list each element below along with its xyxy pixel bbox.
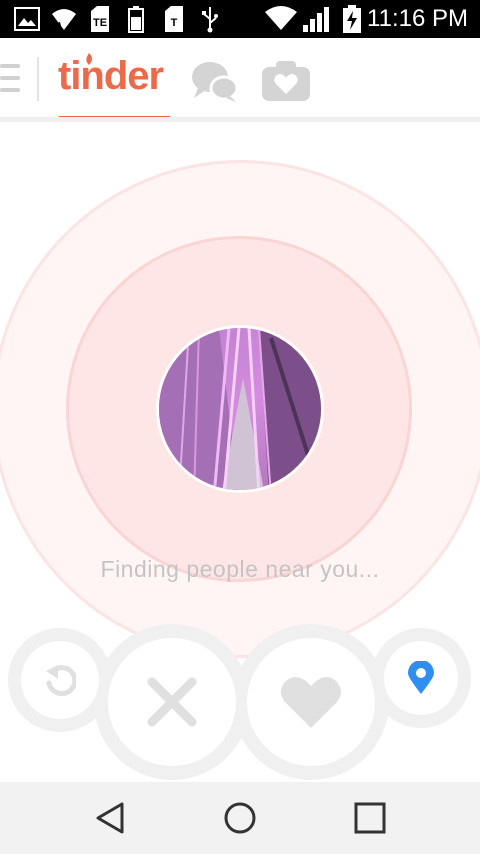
tinder-logo-text: tinder [58, 54, 164, 98]
wifi-call-icon [50, 5, 78, 33]
header-bottom-border [0, 117, 480, 122]
heart-icon [281, 677, 341, 728]
sim-icon: T [162, 5, 186, 33]
user-avatar [156, 325, 324, 493]
svg-text:T: T [171, 17, 178, 29]
home-button[interactable] [200, 782, 280, 854]
chat-icon[interactable] [190, 58, 240, 109]
location-pin-icon [408, 661, 434, 694]
back-icon [96, 802, 124, 834]
wifi-icon [264, 5, 298, 33]
sim-icon: TE [88, 5, 112, 33]
status-time: 11:16 PM [367, 5, 468, 32]
back-button[interactable] [70, 782, 150, 854]
battery-charging-icon [342, 5, 362, 33]
signal-icon [302, 5, 334, 33]
usb-icon [200, 5, 220, 33]
location-button[interactable] [384, 641, 458, 715]
rewind-icon [46, 665, 76, 697]
status-bar: TE T 11:16 PM [0, 0, 480, 38]
battery-small-icon [128, 5, 144, 33]
system-nav-bar [0, 782, 480, 854]
like-button[interactable] [247, 638, 375, 766]
tinder-app: TE T 11:16 PM tinder Finding people near… [0, 0, 480, 854]
finding-status-text: Finding people near you... [100, 556, 380, 582]
flame-icon [86, 53, 92, 65]
tab-tinder[interactable]: tinder [58, 54, 164, 99]
gallery-icon [14, 5, 40, 33]
header-divider [37, 57, 39, 101]
nope-button[interactable] [108, 638, 236, 766]
home-icon [224, 802, 256, 834]
moments-icon[interactable] [261, 59, 311, 108]
recents-icon [354, 802, 386, 834]
svg-text:TE: TE [93, 17, 107, 29]
close-icon [147, 677, 197, 727]
rewind-button[interactable] [21, 641, 99, 719]
menu-icon[interactable] [0, 64, 20, 94]
recents-button[interactable] [330, 782, 410, 854]
